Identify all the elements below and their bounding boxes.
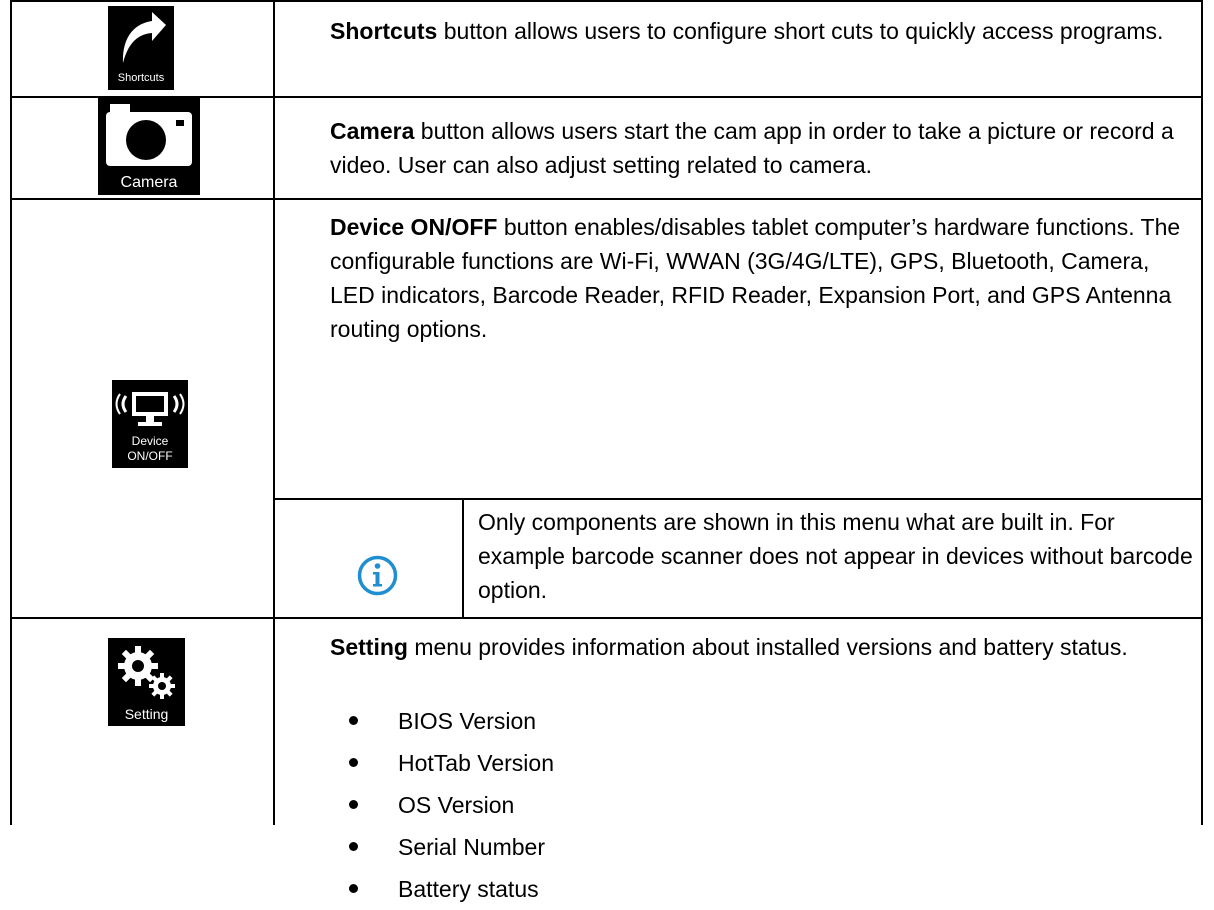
device-onoff-label-line2: ON/OFF [127, 449, 173, 463]
device-onoff-title: Device ON/OFF [330, 214, 498, 240]
shortcuts-description: Shortcuts button allows users to configu… [330, 18, 1164, 44]
list-item: Battery status [330, 868, 554, 910]
row-divider-3 [10, 617, 1203, 619]
shortcuts-icon [122, 12, 166, 63]
device-onoff-tile: Device ON/OFF [112, 380, 188, 468]
list-item: BIOS Version [330, 700, 554, 742]
note-divider-top [273, 498, 1203, 500]
setting-bullet-list: BIOS Version HotTab Version OS Version S… [330, 700, 554, 910]
camera-title: Camera [330, 118, 415, 144]
shortcuts-label: Shortcuts [117, 72, 165, 84]
camera-tile: Camera [98, 98, 200, 195]
table-border-right [1201, 0, 1203, 825]
setting-label: Setting [124, 706, 169, 722]
table-border-middle [273, 0, 275, 825]
device-onoff-icon [115, 392, 185, 426]
camera-icon [106, 104, 192, 166]
list-item: OS Version [330, 784, 554, 826]
camera-description: Camera button allows users start the cam… [330, 118, 1174, 178]
setting-description: Setting menu provides information about … [330, 634, 1128, 660]
list-item: Serial Number [330, 826, 554, 868]
setting-icon [118, 646, 175, 699]
shortcuts-title: Shortcuts [330, 18, 438, 44]
device-onoff-description: Device ON/OFF button enables/disables ta… [330, 214, 1181, 342]
table-border-left [10, 0, 12, 825]
list-item: HotTab Version [330, 742, 554, 784]
setting-title: Setting [330, 634, 408, 660]
table-border-top [10, 0, 1203, 2]
info-icon [357, 555, 398, 596]
setting-tile: Setting [108, 638, 185, 726]
shortcuts-tile: Shortcuts [108, 6, 174, 90]
device-onoff-note: Only components are shown in this menu w… [478, 509, 1193, 603]
row-divider-2 [10, 198, 1203, 200]
device-onoff-label-line1: Device [131, 434, 169, 448]
note-divider-vertical [462, 498, 464, 617]
camera-label: Camera [120, 174, 178, 191]
